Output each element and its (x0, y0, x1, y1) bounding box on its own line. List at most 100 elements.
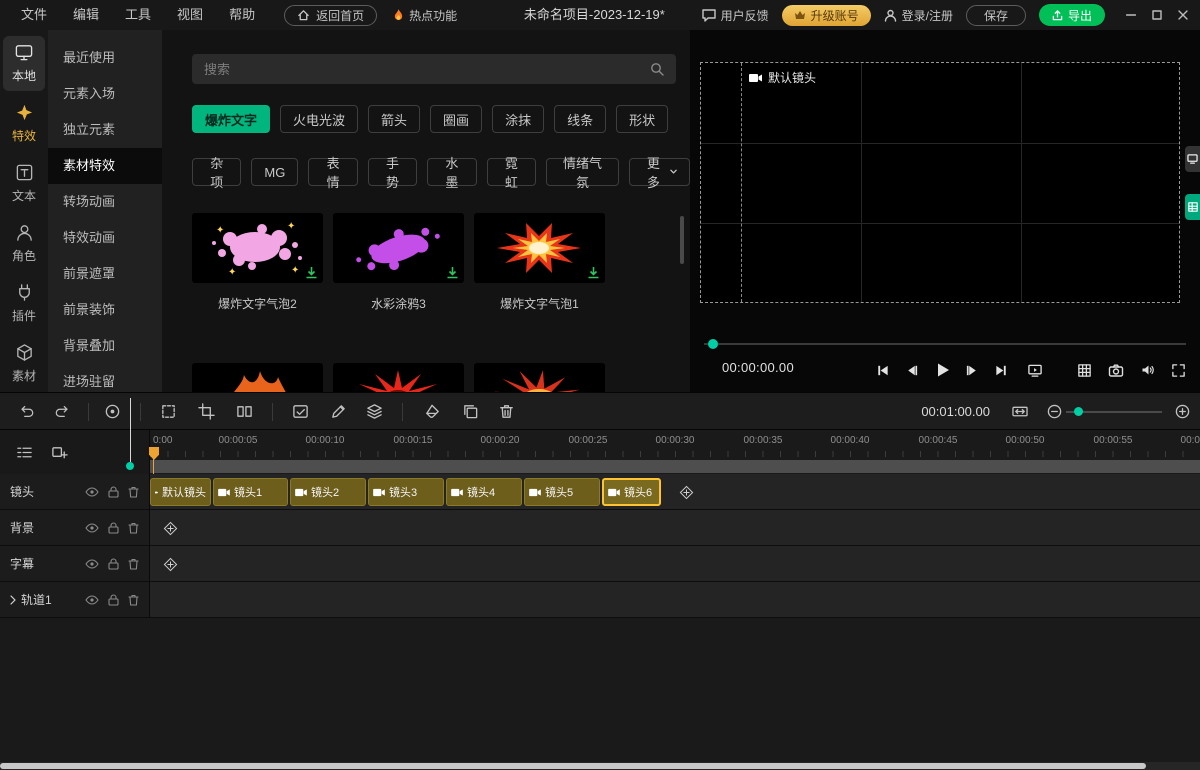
previous-frame-button[interactable] (904, 363, 919, 378)
filter-tab[interactable]: 圈画 (430, 105, 482, 133)
timeline-zoom-slider[interactable] (1066, 411, 1162, 413)
menu-view[interactable]: 视图 (164, 0, 216, 30)
split-tool-button[interactable] (232, 399, 256, 423)
clip-shot2[interactable]: 镜头2 (290, 478, 366, 506)
filter-tab[interactable]: 形状 (616, 105, 668, 133)
home-button[interactable]: 返回首页 (284, 5, 377, 26)
sidebar-item-recent[interactable]: 最近使用 (48, 40, 162, 76)
clip-default-shot[interactable]: 默认镜头 (150, 478, 211, 506)
next-frame-button[interactable] (965, 363, 980, 378)
trash-icon[interactable] (128, 594, 139, 606)
filter-tab[interactable]: 火电光波 (280, 105, 358, 133)
feedback-button[interactable]: 用户反馈 (702, 7, 769, 24)
track-header[interactable]: 镜头 (0, 474, 150, 510)
panel-edge-monitor-button[interactable] (1185, 146, 1200, 172)
filter-tab[interactable]: 杂项 (192, 158, 241, 186)
grid-toggle-icon[interactable] (1077, 363, 1092, 378)
layers-button[interactable] (362, 399, 386, 423)
activity-item-effects[interactable]: 特效 (3, 96, 45, 151)
delete-button[interactable] (494, 399, 518, 423)
menu-help[interactable]: 帮助 (216, 0, 268, 30)
search-bar[interactable] (192, 54, 676, 84)
filter-tab[interactable]: 涂抹 (492, 105, 544, 133)
timeline-range-bar[interactable] (150, 460, 1200, 473)
fullscreen-icon[interactable] (1171, 363, 1186, 378)
filter-tab-more[interactable]: 更多 (629, 158, 690, 186)
snapshot-icon[interactable] (1108, 363, 1124, 377)
track-lane-shots[interactable]: 默认镜头 镜头1 镜头2 镜头3 镜头4 (150, 474, 1200, 510)
clip-shot1[interactable]: 镜头1 (213, 478, 288, 506)
sidebar-item-element-enter[interactable]: 元素入场 (48, 76, 162, 112)
filter-tab[interactable]: 情绪气氛 (546, 158, 619, 186)
visibility-eye-icon[interactable] (85, 523, 99, 533)
chevron-right-icon[interactable] (10, 595, 16, 605)
sidebar-item-foreground-deco[interactable]: 前景装饰 (48, 292, 162, 328)
trash-icon[interactable] (128, 486, 139, 498)
play-button[interactable] (933, 361, 951, 379)
trash-icon[interactable] (128, 522, 139, 534)
render-preview-button[interactable] (1027, 363, 1043, 378)
sidebar-item-effect-anim[interactable]: 特效动画 (48, 220, 162, 256)
select-tool-button[interactable] (156, 399, 180, 423)
login-button[interactable]: 登录/注册 (884, 7, 953, 24)
close-button[interactable] (1170, 0, 1196, 30)
export-button[interactable]: 导出 (1039, 4, 1105, 26)
paint-bucket-button[interactable] (420, 399, 444, 423)
track-lane-background[interactable] (150, 510, 1200, 546)
filter-tab[interactable]: 霓虹 (487, 158, 536, 186)
sidebar-item-foreground-mask[interactable]: 前景遮罩 (48, 256, 162, 292)
panel-edge-grid-button[interactable] (1185, 194, 1200, 220)
clip-shot4[interactable]: 镜头4 (446, 478, 522, 506)
filter-tab[interactable]: 水墨 (427, 158, 476, 186)
save-button[interactable]: 保存 (966, 5, 1026, 26)
trash-icon[interactable] (128, 558, 139, 570)
undo-button[interactable] (14, 399, 38, 423)
asset-thumbnail-red-dark-explosion[interactable] (474, 363, 605, 392)
sidebar-item-independent[interactable]: 独立元素 (48, 112, 162, 148)
track-header[interactable]: 背景 (0, 510, 150, 546)
volume-icon[interactable] (1140, 363, 1155, 377)
maximize-button[interactable] (1144, 0, 1170, 30)
zoom-out-button[interactable] (1042, 399, 1066, 423)
lock-icon[interactable] (108, 594, 119, 606)
asset-thumbnail-pink-splash[interactable]: ✦✦✦✦ (192, 213, 323, 283)
filter-tab[interactable]: 手势 (368, 158, 417, 186)
asset-card[interactable] (192, 363, 323, 392)
keyframe-icon[interactable] (100, 399, 124, 423)
asset-card[interactable]: 爆炸文字气泡1 (474, 213, 605, 312)
sidebar-item-material-effects[interactable]: 素材特效 (48, 148, 162, 184)
filter-tab[interactable]: MG (251, 158, 298, 186)
download-icon[interactable] (305, 266, 318, 279)
activity-item-plugins[interactable]: 插件 (3, 276, 45, 331)
menu-file[interactable]: 文件 (8, 0, 60, 30)
minimize-button[interactable] (1118, 0, 1144, 30)
track-header[interactable]: 轨道1 (0, 582, 150, 618)
crop-tool-button[interactable] (194, 399, 218, 423)
track-header[interactable]: 字幕 (0, 546, 150, 582)
lock-icon[interactable] (108, 558, 119, 570)
sidebar-item-transitions[interactable]: 转场动画 (48, 184, 162, 220)
add-background-button[interactable] (161, 519, 179, 537)
preview-canvas[interactable]: 默认镜头 (700, 62, 1180, 303)
timeline-horizontal-scrollbar[interactable] (0, 762, 1200, 770)
download-icon[interactable] (446, 266, 459, 279)
panel-splitter-handle[interactable] (130, 398, 131, 462)
asset-thumbnail-fire-explosion[interactable] (192, 363, 323, 392)
library-scrollbar[interactable] (680, 216, 684, 264)
lock-icon[interactable] (108, 522, 119, 534)
filter-tab[interactable]: 箭头 (368, 105, 420, 133)
add-shot-button[interactable] (677, 483, 695, 501)
activity-item-assets[interactable]: 素材 (3, 336, 45, 391)
track-lane-track1[interactable] (150, 582, 1200, 618)
scrubber-handle[interactable] (708, 339, 718, 349)
add-subtitle-button[interactable] (161, 555, 179, 573)
activity-item-character[interactable]: 角色 (3, 216, 45, 271)
zoom-slider-handle[interactable] (1074, 407, 1083, 416)
go-to-start-button[interactable] (875, 363, 890, 378)
asset-card[interactable] (333, 363, 464, 392)
asset-thumbnail-purple-splash[interactable] (333, 213, 464, 283)
lock-icon[interactable] (108, 486, 119, 498)
upgrade-account-button[interactable]: 升级账号 (782, 5, 871, 26)
track-lane-subtitles[interactable] (150, 546, 1200, 582)
zoom-in-button[interactable] (1170, 399, 1194, 423)
